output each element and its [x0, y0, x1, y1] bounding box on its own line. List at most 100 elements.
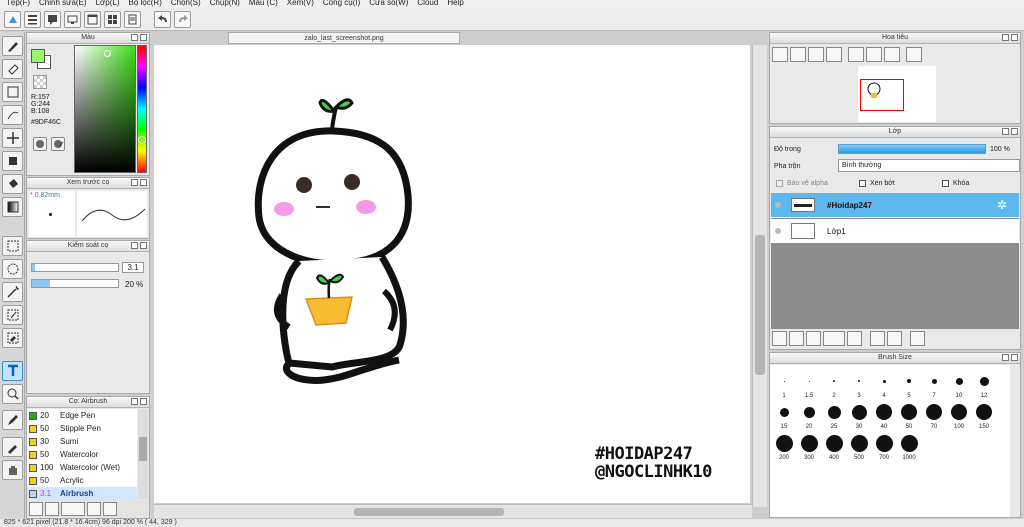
gear-icon[interactable]: ✲ — [997, 198, 1007, 212]
menu-item-5[interactable]: Chụp(N) — [210, 0, 240, 8]
zoom-out-icon[interactable] — [826, 47, 842, 62]
brush-size-dot[interactable] — [858, 380, 860, 382]
brush-size-dot[interactable] — [931, 378, 937, 384]
grid-icon[interactable] — [104, 11, 121, 28]
zoom-tool-icon[interactable] — [2, 151, 23, 171]
document-tab[interactable]: zalo_last_screenshot.png — [228, 32, 460, 44]
layer-row-hoidap[interactable]: #Hoidap247 ✲ — [771, 193, 1019, 218]
window-icon[interactable] — [84, 11, 101, 28]
foreground-color-swatch[interactable] — [31, 49, 45, 63]
menu-item-8[interactable]: Công cụ(I) — [323, 0, 360, 8]
brush-list-scrollbar[interactable] — [138, 409, 148, 499]
eyedropper-icon[interactable] — [2, 437, 23, 457]
brush-size-dot[interactable] — [808, 380, 810, 382]
menu-item-7[interactable]: Xem(V) — [287, 0, 314, 8]
brush-item[interactable]: 100 Watercolor (Wet) — [27, 461, 137, 474]
ellipse-select-icon[interactable] — [2, 259, 23, 279]
brush-size-dot[interactable] — [882, 379, 886, 383]
list-icon[interactable] — [24, 11, 41, 28]
brush-menu-icon[interactable] — [61, 502, 85, 516]
select-eraser-icon[interactable] — [2, 328, 23, 348]
menu-item-11[interactable]: Help — [447, 0, 463, 8]
menu-item-10[interactable]: Cloud — [417, 0, 438, 8]
brush-size-dot[interactable] — [907, 379, 911, 383]
brush-size-dot[interactable] — [775, 434, 793, 452]
brush-size-dot[interactable] — [779, 407, 789, 417]
blend-mode-select[interactable]: Bình thường — [838, 159, 1020, 172]
zoom-in-icon[interactable] — [772, 47, 788, 62]
menu-item-6[interactable]: Màu (C) — [249, 0, 278, 8]
new-linework-icon[interactable] — [789, 331, 804, 346]
brush-new-icon[interactable] — [45, 502, 59, 516]
palette-icon[interactable] — [33, 137, 47, 151]
lasso-icon[interactable] — [2, 105, 23, 125]
rectangle-select-icon[interactable] — [2, 82, 23, 102]
menu-item-0[interactable]: Tệp(F) — [6, 0, 30, 8]
transparent-swatch[interactable] — [33, 75, 47, 89]
brush-item[interactable]: 30 Sumi — [27, 435, 137, 448]
gradient-tool-icon[interactable] — [2, 197, 23, 217]
alpha-protect-checkbox[interactable] — [776, 180, 783, 187]
brush-size-dot[interactable] — [875, 434, 893, 452]
undo-icon[interactable] — [154, 11, 171, 28]
brush-item[interactable]: 3.1 Airbrush — [27, 487, 137, 500]
new-layer-icon[interactable] — [772, 331, 787, 346]
select-pen-icon[interactable] — [2, 305, 23, 325]
brush-size-slider[interactable] — [31, 263, 119, 272]
bucket-tool-icon[interactable] — [2, 174, 23, 194]
brush-size-dot[interactable] — [951, 404, 967, 420]
palette-edit-icon[interactable] — [51, 137, 65, 151]
trash-icon[interactable] — [910, 331, 925, 346]
brush-copy-icon[interactable] — [87, 502, 101, 516]
hue-slider[interactable] — [137, 45, 147, 173]
brush-item[interactable]: 20 Edge Pen — [27, 409, 137, 422]
layer-menu-icon[interactable] — [823, 331, 845, 346]
zoom-in-plus-icon[interactable] — [790, 47, 806, 62]
brush-size-dot[interactable] — [976, 404, 992, 420]
horizontal-scrollbar[interactable] — [154, 504, 752, 518]
magic-wand-icon[interactable] — [2, 282, 23, 302]
brush-size-value[interactable]: 3.1 — [122, 262, 144, 273]
brush-size-dot[interactable] — [827, 405, 841, 419]
menu-item-3[interactable]: Bộ lọc(R) — [129, 0, 162, 8]
sai-logo-icon[interactable] — [4, 11, 21, 28]
menu-item-9[interactable]: Cửa sổ(W) — [369, 0, 408, 8]
zoom-fit-icon[interactable] — [808, 47, 824, 62]
navigator-thumbnail[interactable] — [858, 66, 936, 122]
saturation-value-picker[interactable] — [74, 45, 136, 173]
eraser-tool-icon[interactable] — [2, 59, 23, 79]
brush-size-dot[interactable] — [825, 434, 843, 452]
brush-size-dot[interactable] — [876, 404, 892, 420]
transfer-icon[interactable] — [870, 331, 885, 346]
move-tool-icon[interactable] — [2, 128, 23, 148]
menu-item-1[interactable]: Chỉnh sửa(E) — [39, 0, 87, 8]
hand-tool-icon[interactable] — [2, 460, 23, 480]
brush-size-dot[interactable] — [900, 434, 918, 452]
visibility-icon[interactable] — [775, 202, 781, 208]
copy-layer-icon[interactable] — [806, 331, 821, 346]
brush-size-dot[interactable] — [851, 404, 867, 420]
brush-item[interactable]: 50 Watercolor — [27, 448, 137, 461]
brush-folder-icon[interactable] — [103, 502, 117, 516]
redo-icon[interactable] — [174, 11, 191, 28]
reset-view-icon[interactable] — [866, 47, 882, 62]
brush-size-dot[interactable] — [955, 377, 963, 385]
folder-icon[interactable] — [847, 331, 862, 346]
brush-size-dot[interactable] — [800, 434, 818, 452]
menu-item-4[interactable]: Chọn(S) — [171, 0, 201, 8]
visibility-icon[interactable] — [775, 228, 781, 234]
drawing-canvas[interactable]: #HOIDAP247 @NGOCLINHK10 — [154, 45, 750, 503]
merge-icon[interactable] — [887, 331, 902, 346]
brush-size-dot[interactable] — [901, 404, 917, 420]
pen-tool-icon[interactable] — [2, 410, 23, 430]
brush-item[interactable]: 50 Acrylic — [27, 474, 137, 487]
marquee-icon[interactable] — [2, 236, 23, 256]
vertical-scrollbar[interactable] — [752, 45, 767, 507]
document-icon[interactable] — [124, 11, 141, 28]
brush-size-dot[interactable] — [803, 406, 815, 418]
brush-size-dot[interactable] — [850, 434, 868, 452]
brush-size-dot[interactable] — [926, 404, 942, 420]
hand-zoom-icon[interactable] — [2, 384, 23, 404]
flip-icon[interactable] — [906, 47, 922, 62]
brush-size-dot[interactable] — [833, 380, 835, 382]
